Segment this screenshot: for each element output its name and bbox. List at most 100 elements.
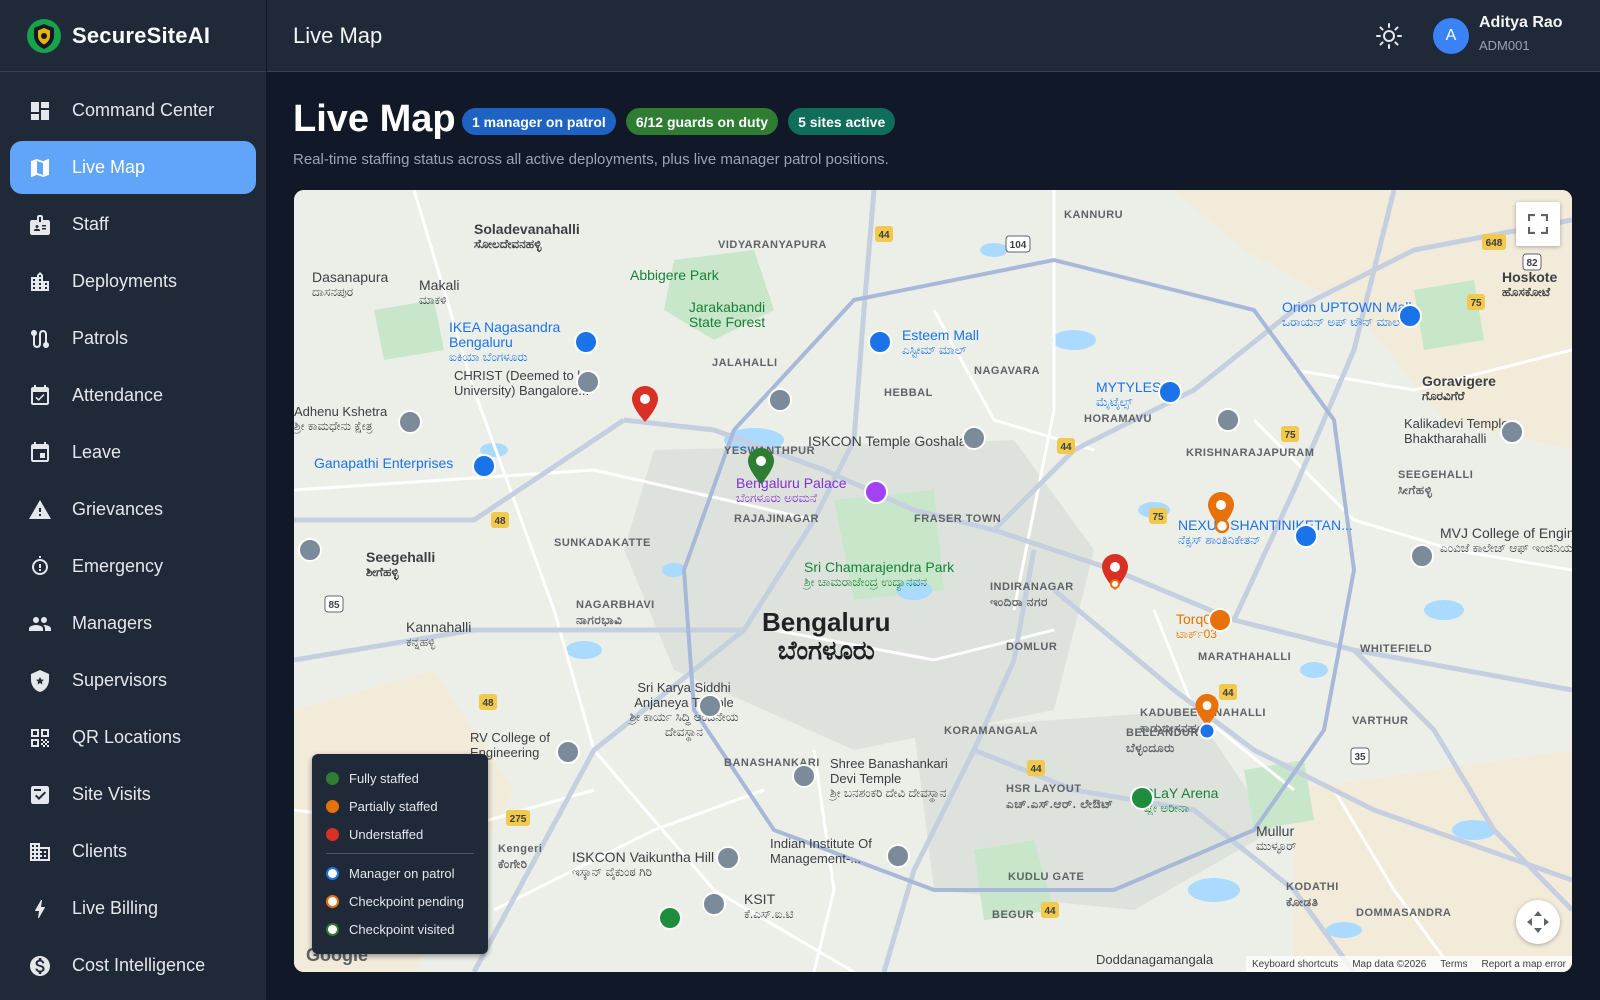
- sidebar-item-live-map[interactable]: Live Map: [10, 141, 256, 194]
- legend-item: Checkpoint visited: [326, 915, 474, 943]
- shopping-bag-icon[interactable]: [1294, 524, 1318, 548]
- place-label-kn: ಮೈಟೈಲ್ಸ್: [1096, 395, 1133, 409]
- temple-icon[interactable]: [716, 846, 740, 870]
- user-id: ADM001: [1479, 38, 1530, 53]
- place-label-kn: ನಾಗರಭಾವಿ: [576, 613, 623, 627]
- legend-swatch: [326, 827, 339, 841]
- sidebar-item-label: Live Map: [72, 157, 146, 177]
- place-label: Orion UPTOWN Mall ಒರಾಯನ್ ಅಪ್ ಟೌನ್ ಮಾಲ್: [1282, 300, 1412, 330]
- temple-icon[interactable]: [792, 764, 816, 788]
- fullscreen-button[interactable]: [1516, 202, 1560, 246]
- sidebar-item-label: Staff: [72, 214, 109, 234]
- tree-icon[interactable]: [658, 906, 682, 930]
- sidebar-item-cost-intelligence[interactable]: Cost Intelligence: [10, 939, 256, 992]
- sidebar-item-label: Live Billing: [72, 898, 159, 918]
- temple-icon[interactable]: [298, 538, 322, 562]
- place-label: Abbigere Park: [630, 267, 719, 283]
- place-label-kn: ಒರಾಯನ್ ಅಪ್ ಟೌನ್ ಮಾಲ್: [1282, 315, 1404, 329]
- area-label: WHITEFIELD: [1360, 643, 1433, 655]
- park-icon[interactable]: [1130, 786, 1154, 810]
- place-label-kn: ಕನ್ನಹಳ್ಳಿ: [406, 635, 436, 649]
- restaurant-icon[interactable]: [1208, 608, 1232, 632]
- checkpoint-pending-marker[interactable]: [1214, 518, 1230, 534]
- shopping-bag-icon[interactable]: [1158, 380, 1182, 404]
- temple-icon[interactable]: [398, 410, 422, 434]
- shopping-bag-icon[interactable]: [1398, 304, 1422, 328]
- status-badge-managers: 1 manager on patrol: [462, 108, 616, 135]
- sidebar-item-emergency[interactable]: Emergency: [10, 540, 256, 593]
- status-badges: 1 manager on patrol 6/12 guards on duty …: [462, 108, 896, 135]
- map-legend: Fully staffed Partially staffed Understa…: [312, 754, 488, 954]
- alarm-icon: [28, 555, 52, 579]
- temple-icon[interactable]: [962, 426, 986, 450]
- place-label: Sri Chamarajendra Park ಶ್ರೀ ಚಾಮರಾಜೇಂದ್ರ ಉ…: [804, 560, 954, 590]
- place-label-en: INDIRANAGAR: [990, 581, 1074, 593]
- place-label: Sri Karya Siddhi Anjaneya Temple ಶ್ರೀ ಕಾರ…: [614, 680, 754, 740]
- temple-icon[interactable]: [1500, 420, 1524, 444]
- place-label: KSIT ಕೆ.ಎಸ್.ಐ.ಟಿ: [744, 892, 793, 922]
- sidebar-item-staff[interactable]: Staff: [10, 198, 256, 251]
- place-label-en: Sri Chamarajendra Park: [804, 559, 955, 575]
- legend-label: Manager on patrol: [349, 865, 455, 881]
- keyboard-shortcuts-link[interactable]: Keyboard shortcuts: [1252, 959, 1338, 970]
- school-icon[interactable]: [886, 844, 910, 868]
- place-label: SEEGEHALLI ಸೀಗೆಹಳ್ಳಿ: [1398, 468, 1473, 498]
- avatar[interactable]: A: [1433, 18, 1469, 54]
- place-label-en: Kannahalli: [406, 619, 472, 635]
- place-label: NEXUS SHANTINIKETAN... ನೆಕ್ಸಸ್ ಶಾಂತಿನಿಕೇತ…: [1178, 518, 1353, 548]
- city-label-kn: ಬೆಂಗಳೂರು: [777, 635, 875, 665]
- theme-toggle-button[interactable]: [1375, 22, 1403, 50]
- place-label-kn: ಎಂವಿಜೆ ಕಾಲೇಜ್ ಆಫ್ ಇಂಜಿನಿಯರಿಂಗ್: [1440, 541, 1572, 555]
- sidebar-item-label: Leave: [72, 442, 122, 462]
- place-label-en: Sri Karya Siddhi Anjaneya Temple: [634, 680, 734, 710]
- temple-icon[interactable]: [698, 694, 722, 718]
- school-icon[interactable]: [768, 388, 792, 412]
- checkpoint-pending-marker[interactable]: [1109, 578, 1121, 590]
- school-icon[interactable]: [1216, 408, 1240, 432]
- manager-patrol-marker[interactable]: [1198, 722, 1216, 740]
- sidebar-nav: Command Center Live Map Staff Deployment…: [0, 72, 266, 992]
- badge-icon: [28, 213, 52, 237]
- museum-icon[interactable]: [864, 480, 888, 504]
- legend-item: Manager on patrol: [326, 859, 474, 887]
- sidebar-item-supervisors[interactable]: Supervisors: [10, 654, 256, 707]
- school-icon[interactable]: [576, 370, 600, 394]
- shopping-bag-icon[interactable]: [868, 330, 892, 354]
- sun-icon: [1376, 23, 1402, 49]
- sidebar-item-clients[interactable]: Clients: [10, 825, 256, 878]
- sidebar-item-command-center[interactable]: Command Center: [10, 84, 256, 137]
- building-icon: [28, 270, 52, 294]
- area-label: VARTHUR: [1352, 715, 1409, 727]
- place-label-en: Mullur: [1256, 823, 1295, 839]
- place-label-en: KODATHI: [1286, 881, 1339, 893]
- sidebar-item-attendance[interactable]: Attendance: [10, 369, 256, 422]
- place-label: MYTYLES ಮೈಟೈಲ್ಸ್: [1096, 380, 1161, 410]
- shopping-bag-icon[interactable]: [472, 454, 496, 478]
- brand[interactable]: SecureSiteAI: [0, 0, 266, 72]
- legend-swatch: [326, 799, 339, 813]
- place-label-en: Hoskote: [1502, 269, 1558, 285]
- sidebar-item-grievances[interactable]: Grievances: [10, 483, 256, 536]
- school-icon[interactable]: [556, 740, 580, 764]
- live-map[interactable]: Bengaluru ಬೆಂಗಳೂರು Soladevanahalli ಸೋಲದೇವ…: [294, 190, 1572, 972]
- site-marker-fully-staffed[interactable]: [748, 448, 774, 484]
- sidebar-item-leave[interactable]: Leave: [10, 426, 256, 479]
- place-label-kn: ಇಸ್ಕಾನ್ ವೈಕುಂಠ ಗಿರಿ: [572, 865, 652, 879]
- shopping-bag-icon[interactable]: [574, 330, 598, 354]
- sidebar-item-site-visits[interactable]: Site Visits: [10, 768, 256, 821]
- sidebar-item-patrols[interactable]: Patrols: [10, 312, 256, 365]
- sidebar-item-live-billing[interactable]: Live Billing: [10, 882, 256, 935]
- school-icon[interactable]: [702, 892, 726, 916]
- report-error-link[interactable]: Report a map error: [1482, 959, 1566, 970]
- area-label: KANNURU: [1064, 209, 1124, 221]
- site-marker-understaffed[interactable]: [632, 386, 658, 422]
- terms-link[interactable]: Terms: [1440, 959, 1467, 970]
- camera-control-button[interactable]: [1516, 900, 1560, 944]
- page-subtitle: Real-time staffing status across all act…: [293, 151, 889, 168]
- sidebar-item-managers[interactable]: Managers: [10, 597, 256, 650]
- school-icon[interactable]: [1410, 544, 1434, 568]
- sidebar-item-qr-locations[interactable]: QR Locations: [10, 711, 256, 764]
- sidebar-item-label: Grievances: [72, 499, 164, 519]
- route-icon: [28, 327, 52, 351]
- sidebar-item-deployments[interactable]: Deployments: [10, 255, 256, 308]
